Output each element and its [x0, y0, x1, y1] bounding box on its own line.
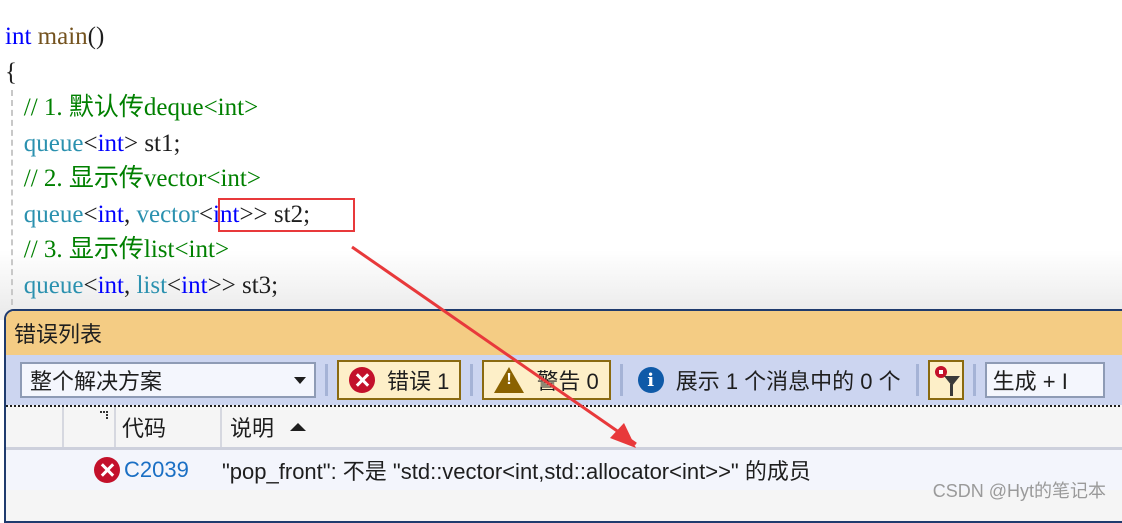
sort-ascending-icon [290, 423, 307, 431]
code-line: int main() [5, 23, 105, 50]
code-line: // 1. 默认传deque<int> [5, 94, 259, 121]
warnings-label: 警告 0 [536, 369, 599, 394]
clear-filter-button[interactable] [927, 360, 964, 400]
error-list-toolbar: 整个解决方案 错误 1 警告 0 i 展示 1 个消息中的 0 个 生成 + I [6, 355, 1122, 405]
messages-label: 展示 1 个消息中的 0 个 [675, 369, 901, 394]
column-header-severity[interactable] [64, 407, 116, 447]
column-header-blank[interactable] [6, 407, 64, 447]
error-icon [349, 367, 375, 393]
panel-title: 错误列表 [6, 311, 1122, 355]
build-intellisense-dropdown[interactable]: 生成 + I [984, 362, 1105, 398]
toolbar-separator [325, 364, 328, 396]
watermark: CSDN @Hyt的笔记本 [932, 481, 1106, 501]
chevron-down-icon [294, 376, 306, 384]
warnings-filter-button[interactable]: 警告 0 [482, 360, 611, 400]
errors-label: 错误 1 [387, 369, 450, 394]
code-line: // 2. 显示传vector<int> [5, 165, 261, 192]
code-line: queue<int> st1; [23, 129, 181, 157]
code-line: { [5, 58, 17, 86]
code-line: queue<int, list<int>> st3; [23, 271, 279, 299]
error-code-link[interactable]: C2039 [124, 457, 222, 483]
scope-dropdown[interactable]: 整个解决方案 [20, 362, 316, 398]
code-editor[interactable]: int main() { // 1. 默认传deque<int> queue<in… [0, 0, 1122, 320]
warning-icon [494, 367, 525, 393]
scope-value: 整个解决方案 [30, 369, 163, 394]
column-header-description[interactable]: 说明 [222, 407, 1122, 447]
error-icon [94, 457, 120, 483]
errors-filter-button[interactable]: 错误 1 [337, 360, 462, 400]
toolbar-separator [619, 364, 623, 396]
toolbar-separator [470, 364, 474, 396]
info-icon: i [637, 367, 664, 393]
toolbar-separator [972, 364, 976, 396]
error-description: "pop_front": 不是 "std::vector<int,std::al… [222, 459, 811, 484]
messages-filter-button[interactable]: i 展示 1 个消息中的 0 个 [632, 364, 907, 396]
grid-header: 代码 说明 [6, 405, 1122, 450]
annotation-highlight-box [218, 198, 355, 232]
toolbar-separator [915, 364, 919, 396]
code-line: // 3. 显示传list<int> [5, 236, 230, 263]
column-chooser-icon [100, 411, 108, 419]
column-header-code[interactable]: 代码 [116, 407, 222, 447]
